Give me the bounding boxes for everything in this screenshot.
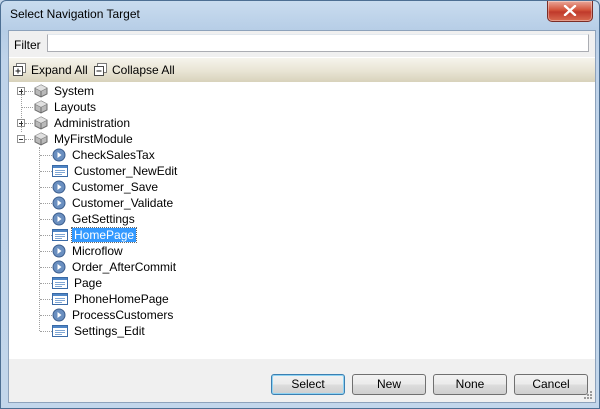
tree-connector [25, 139, 33, 140]
page-icon [52, 277, 68, 289]
microflow-icon [52, 180, 66, 194]
none-button[interactable]: None [433, 374, 507, 395]
microflow-icon [52, 260, 66, 274]
collapse-all-button[interactable]: Collapse All [94, 62, 175, 78]
tree-connector [25, 91, 33, 92]
tree-node-processcustomers[interactable]: ProcessCustomers [52, 307, 175, 323]
tree-node-label: Administration [54, 116, 131, 130]
tree-node-label: PhoneHomePage [74, 292, 169, 306]
new-button[interactable]: New [352, 374, 426, 395]
collapse-all-icon [94, 63, 107, 76]
tree-node-label: Customer_Save [72, 180, 159, 194]
tree-node-administration[interactable]: Administration [34, 115, 132, 131]
microflow-icon [52, 212, 66, 226]
microflow-icon [52, 148, 66, 162]
tree-node-label: CheckSalesTax [72, 148, 155, 162]
tree-node-myfirstmodule[interactable]: MyFirstModule [34, 131, 135, 147]
tree-connector [40, 283, 52, 284]
tree-node-label: Microflow [72, 244, 123, 258]
collapse-all-label: Collapse All [112, 63, 175, 77]
module-icon [34, 132, 48, 146]
tree-node-checksalestax[interactable]: CheckSalesTax [52, 147, 157, 163]
tree-node-settings-edit[interactable]: Settings_Edit [52, 323, 147, 339]
tree-node-label: Page [74, 276, 103, 290]
tree-node-label: HomePage [70, 227, 138, 243]
page-icon [52, 325, 68, 337]
microflow-icon [52, 196, 66, 210]
tree-node-label: Customer_NewEdit [74, 164, 178, 178]
tree-connector [40, 315, 52, 316]
resize-grip-icon[interactable] [583, 390, 593, 400]
tree-node-label: Customer_Validate [72, 196, 174, 210]
microflow-icon [52, 308, 66, 322]
page-icon [52, 293, 68, 305]
tree-connector [39, 147, 40, 331]
dialog-body: Filter Expand All Collapse All System La… [8, 30, 596, 403]
tree-node-customer-validate[interactable]: Customer_Validate [52, 195, 175, 211]
filter-bar: Filter [9, 31, 595, 57]
microflow-icon [52, 244, 66, 258]
tree-connector [21, 107, 33, 108]
tree-connector [40, 187, 52, 188]
close-button[interactable] [547, 1, 593, 22]
tree-node-customer-newedit[interactable]: Customer_NewEdit [52, 163, 179, 179]
tree-connector [40, 331, 52, 332]
tree-node-label: GetSettings [72, 212, 135, 226]
tree-node-system[interactable]: System [34, 83, 96, 99]
page-icon [52, 165, 68, 177]
tree-connector [40, 155, 52, 156]
close-icon [563, 5, 577, 16]
tree-node-label: Order_AfterCommit [72, 260, 177, 274]
tree-node-order-aftercommit[interactable]: Order_AfterCommit [52, 259, 178, 275]
tree-connector [40, 267, 52, 268]
tree-node-label: System [54, 84, 95, 98]
filter-label: Filter [14, 38, 41, 52]
tree-node-homepage[interactable]: HomePage [52, 227, 138, 243]
tree-node-label: Layouts [54, 100, 97, 114]
dialog-window: Select Navigation Target Filter Expand A… [0, 0, 600, 409]
tree-node-label: Settings_Edit [74, 324, 145, 338]
navigation-tree[interactable]: System Layouts Administration MyFirstMod… [9, 82, 595, 359]
tree-node-label: MyFirstModule [54, 132, 133, 146]
tree-node-layouts[interactable]: Layouts [34, 99, 98, 115]
module-icon [34, 84, 48, 98]
collapse-toggle[interactable] [17, 135, 25, 143]
toolbar: Expand All Collapse All [9, 57, 595, 83]
tree-node-microflow[interactable]: Microflow [52, 243, 125, 259]
module-icon [34, 116, 48, 130]
expand-toggle[interactable] [17, 119, 25, 127]
expand-toggle[interactable] [17, 87, 25, 95]
filter-input[interactable] [47, 34, 589, 52]
tree-node-label: ProcessCustomers [72, 308, 174, 322]
tree-connector [40, 299, 52, 300]
tree-node-phonehomepage[interactable]: PhoneHomePage [52, 291, 171, 307]
tree-connector [25, 123, 33, 124]
tree-connector [40, 219, 52, 220]
module-icon [34, 100, 48, 114]
tree-connector [40, 171, 52, 172]
tree-node-page[interactable]: Page [52, 275, 104, 291]
expand-all-icon [13, 63, 26, 76]
page-icon [52, 229, 68, 241]
tree-node-getsettings[interactable]: GetSettings [52, 211, 137, 227]
button-bar: Select New None Cancel [9, 359, 595, 402]
expand-all-button[interactable]: Expand All [13, 62, 88, 78]
tree-connector [40, 251, 52, 252]
cancel-button[interactable]: Cancel [514, 374, 588, 395]
expand-all-label: Expand All [31, 63, 88, 77]
tree-connector [40, 203, 52, 204]
window-title: Select Navigation Target [10, 7, 140, 21]
tree-node-customer-save[interactable]: Customer_Save [52, 179, 160, 195]
select-button[interactable]: Select [271, 374, 345, 395]
tree-connector [40, 235, 52, 236]
